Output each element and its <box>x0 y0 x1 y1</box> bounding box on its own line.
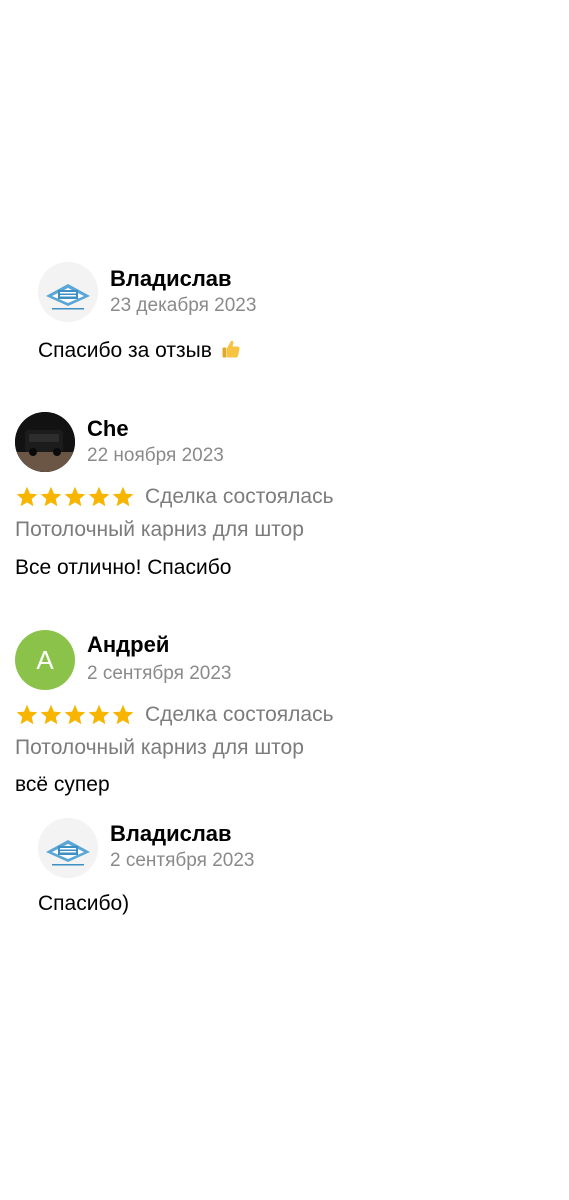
reviewer-name[interactable]: Андрей <box>87 632 169 658</box>
reviewer-avatar[interactable]: А <box>15 630 75 690</box>
review-text-content: Спасибо за отзыв <box>38 339 212 362</box>
review-text: Спасибо) <box>38 892 130 915</box>
seller-avatar[interactable] <box>38 262 98 322</box>
deal-status: Сделка состоялась <box>145 703 334 726</box>
star-icon <box>88 704 110 725</box>
reviewer-name[interactable]: Владислав <box>110 266 232 292</box>
star-icon <box>112 704 134 725</box>
star-icon <box>112 486 134 507</box>
car-photo-avatar-image <box>15 412 75 472</box>
star-icon <box>40 486 62 507</box>
star-icon <box>64 486 86 507</box>
rating-row: Сделка состоялась <box>15 702 334 728</box>
review-date: 23 декабря 2023 <box>110 295 257 316</box>
thumbs-up-emoji-icon <box>222 340 240 358</box>
seller-reply: Владислав 23 декабря 2023 Спасибо за отз… <box>0 258 569 368</box>
star-rating <box>15 485 135 509</box>
star-icon <box>40 704 62 725</box>
star-icon <box>88 486 110 507</box>
reviewer-name[interactable]: Che <box>87 416 129 442</box>
reviewer-avatar[interactable] <box>15 412 75 472</box>
reviewer-name[interactable]: Владислав <box>110 821 232 847</box>
review-card: А Андрей 2 сентября 2023 Сделка состояла… <box>0 628 569 803</box>
deal-status: Сделка состоялась <box>145 485 334 508</box>
company-logo-icon <box>38 262 98 322</box>
review-date: 22 ноября 2023 <box>87 445 224 466</box>
seller-avatar[interactable] <box>38 818 98 878</box>
review-text: Все отлично! Спасибо <box>15 556 232 579</box>
star-icon <box>64 704 86 725</box>
review-text: Спасибо за отзыв <box>38 338 242 364</box>
product-name[interactable]: Потолочный карниз для штор <box>15 517 304 543</box>
star-icon <box>16 704 38 725</box>
seller-reply: Владислав 2 сентября 2023 Спасибо) <box>0 815 569 925</box>
review-text: всё супер <box>15 773 110 796</box>
star-icon <box>16 486 38 507</box>
review-date: 2 сентября 2023 <box>87 663 232 684</box>
rating-row: Сделка состоялась <box>15 484 334 510</box>
star-rating <box>15 703 135 727</box>
company-logo-icon <box>38 818 98 878</box>
avatar-letter: А <box>36 645 54 675</box>
review-card: Che 22 ноября 2023 Сделка состоялась Пот… <box>0 410 569 585</box>
review-date: 2 сентября 2023 <box>110 850 255 871</box>
product-name[interactable]: Потолочный карниз для штор <box>15 735 304 761</box>
